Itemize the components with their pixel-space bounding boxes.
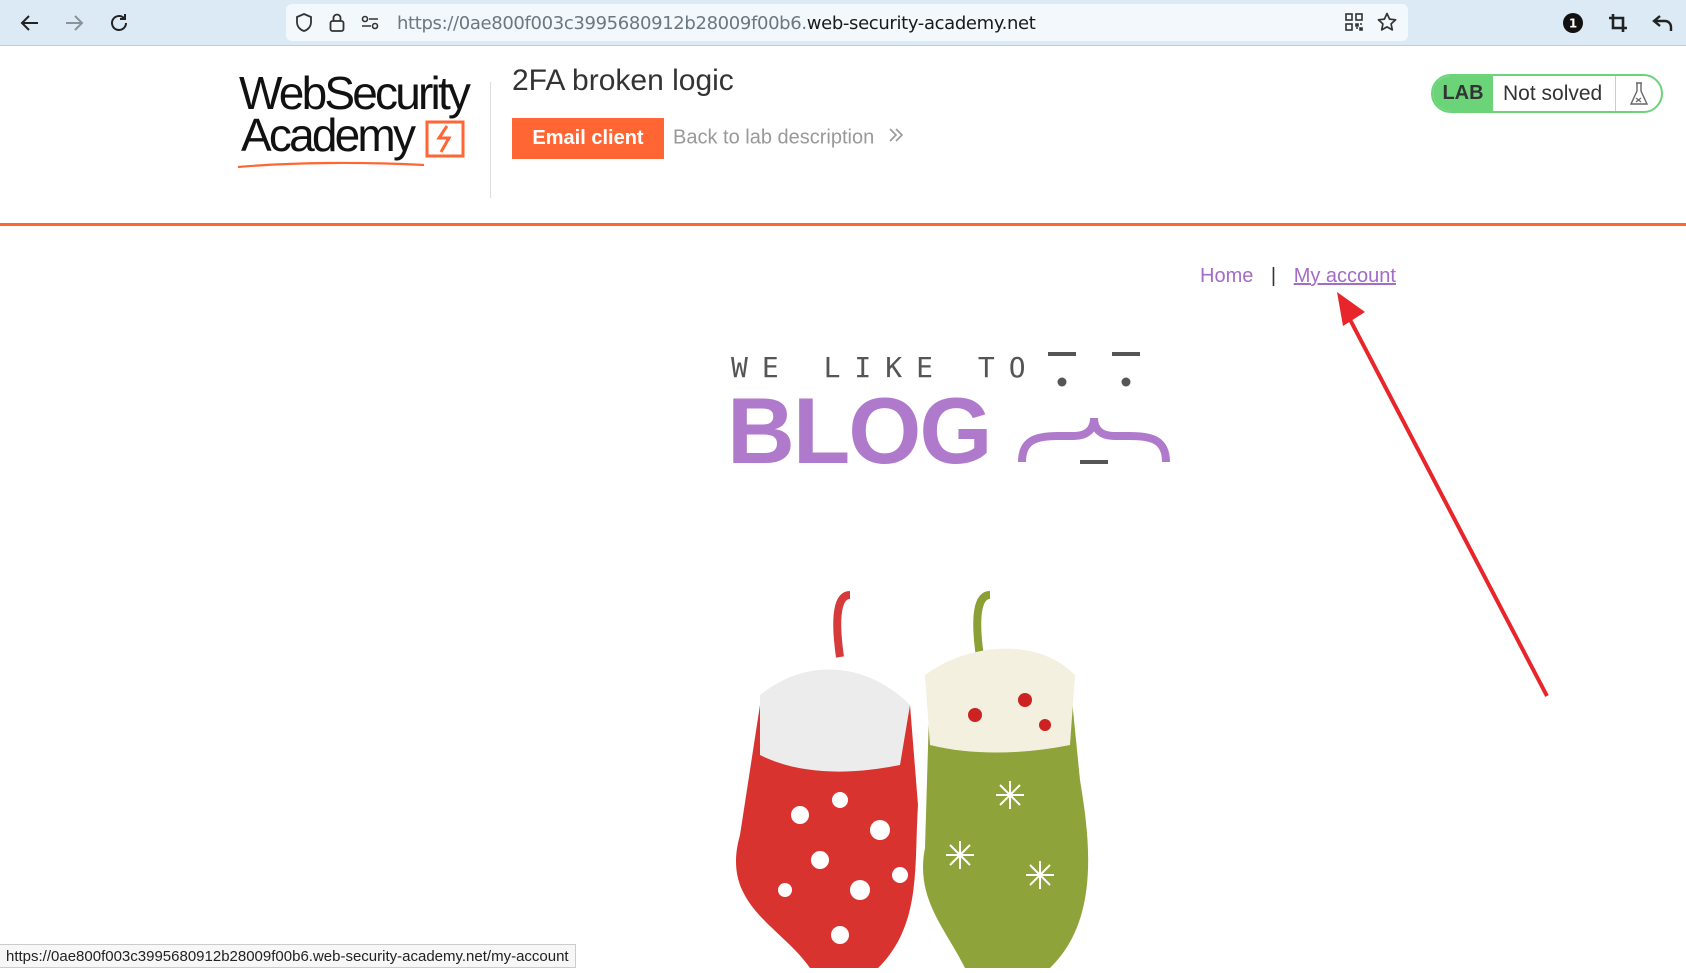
reload-icon — [111, 14, 127, 31]
nav-separator: | — [1270, 265, 1277, 287]
shield-icon[interactable] — [294, 12, 314, 38]
logo-underline-swoosh — [236, 156, 426, 174]
crop-icon — [1609, 14, 1627, 32]
annotation-arrow — [1325, 290, 1565, 715]
site-nav: Home | My account — [1200, 265, 1396, 288]
browser-toolbar: https://0ae800f003c3995680912b28009f00b6… — [0, 0, 1686, 46]
lock-icon[interactable] — [328, 12, 346, 38]
qr-code-icon[interactable] — [1344, 12, 1364, 37]
extension-button-1[interactable]: 1 — [1558, 8, 1588, 38]
double-chevron-right-icon — [888, 126, 904, 150]
blog-face-icon — [1018, 350, 1170, 475]
header-divider — [490, 82, 491, 198]
lab-status-widget: LAB Not solved — [1431, 74, 1663, 113]
blog-banner-title: BLOG — [727, 378, 993, 483]
undo-arrow-icon — [1652, 15, 1673, 31]
arrow-left-icon — [20, 15, 38, 31]
svg-text:1: 1 — [1569, 17, 1577, 31]
lab-header: WebSecurity Academy 2FA broken logic Ema… — [0, 46, 1686, 226]
forward-button[interactable] — [59, 8, 89, 38]
email-client-button[interactable]: Email client — [512, 118, 664, 159]
lab-flask-button[interactable] — [1615, 76, 1661, 111]
lab-badge: LAB — [1433, 76, 1493, 111]
back-link-label: Back to lab description — [673, 126, 875, 149]
flask-icon — [1629, 81, 1648, 105]
bookmark-star-icon[interactable] — [1376, 11, 1398, 38]
academy-logo-icon — [423, 118, 467, 165]
address-bar[interactable]: https://0ae800f003c3995680912b28009f00b6… — [286, 4, 1408, 41]
home-link[interactable]: Home — [1200, 265, 1253, 287]
undo-button[interactable] — [1648, 8, 1678, 38]
logo-text-academy[interactable]: Academy — [241, 112, 416, 158]
christmas-stockings-image — [700, 585, 1160, 973]
numbered-badge-icon: 1 — [1563, 13, 1583, 33]
back-to-lab-description-link[interactable]: Back to lab description — [673, 126, 904, 150]
my-account-link[interactable]: My account — [1294, 265, 1396, 287]
url-prefix: https://0ae800f003c3995680912b28009f00b6… — [397, 13, 807, 34]
arrow-right-icon — [66, 15, 84, 31]
header-separator-line — [0, 223, 1686, 226]
url-domain: web-security-academy.net — [806, 13, 1036, 34]
reload-button[interactable] — [104, 8, 134, 38]
url-text[interactable]: https://0ae800f003c3995680912b28009f00b6… — [397, 13, 1036, 34]
link-status-tooltip: https://0ae800f003c3995680912b28009f00b6… — [0, 944, 576, 968]
lab-title: 2FA broken logic — [512, 64, 734, 97]
back-button[interactable] — [15, 8, 45, 38]
lab-status-text: Not solved — [1503, 81, 1603, 105]
crop-button[interactable] — [1603, 8, 1633, 38]
site-permissions-icon[interactable] — [360, 13, 380, 38]
